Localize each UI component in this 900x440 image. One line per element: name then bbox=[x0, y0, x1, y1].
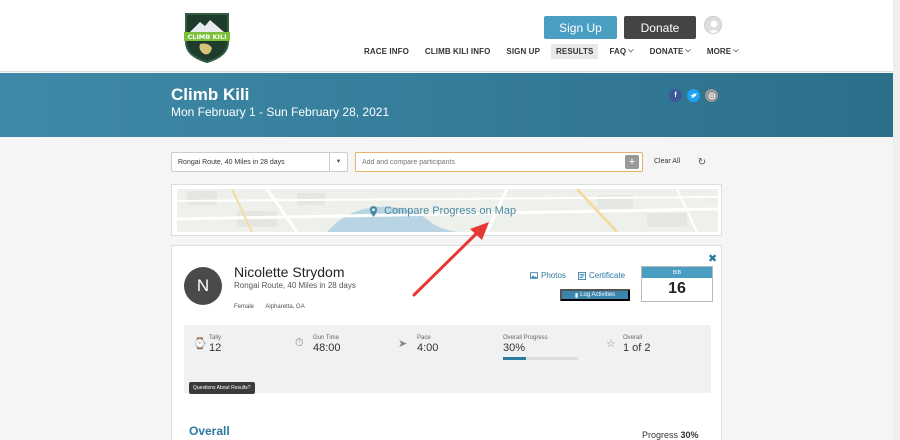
page-scrollbar[interactable] bbox=[893, 0, 900, 440]
annotation-arrow bbox=[412, 222, 489, 297]
